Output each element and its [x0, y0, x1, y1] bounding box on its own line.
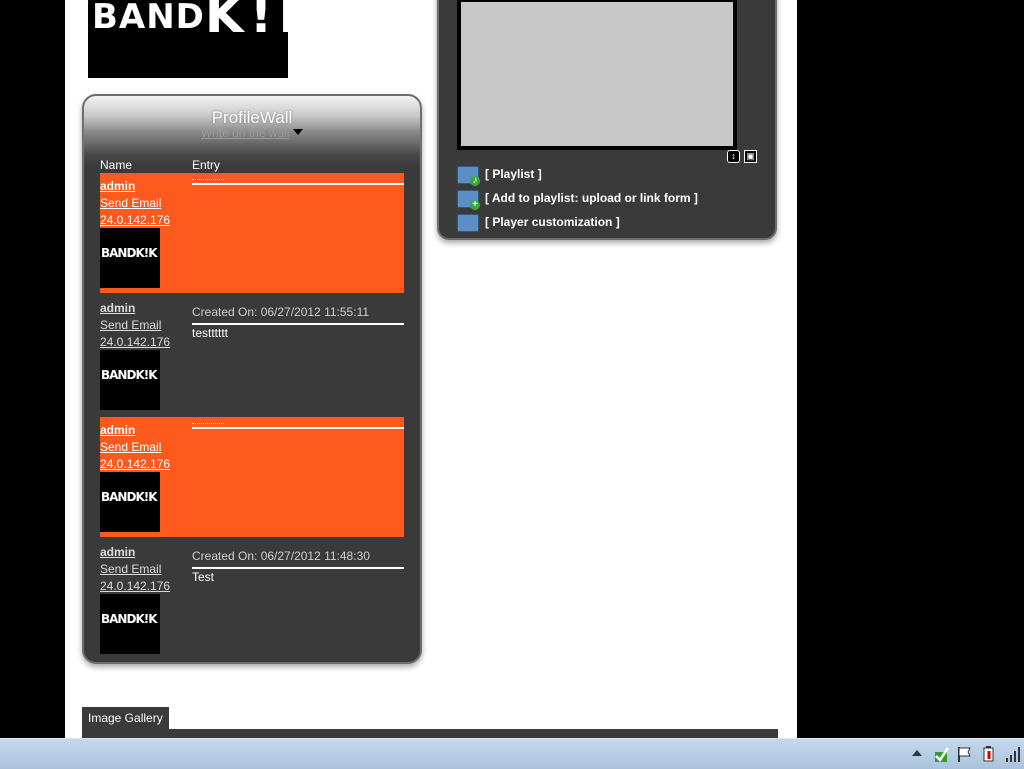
action-center-flag-icon[interactable] [956, 745, 974, 763]
send-email-link[interactable]: Send Email [100, 439, 184, 456]
author-avatar[interactable]: BANDK!K [100, 228, 160, 288]
entry-created-date: Created On: 06/27/2012 11:48:30 [192, 549, 370, 563]
logo-wordmark: BANDK!K [92, 0, 288, 44]
wall-entry: admin Send Email 24.0.142.176 BANDK!K Cr… [100, 295, 404, 415]
network-signal-icon[interactable] [1004, 745, 1022, 763]
wall-entry: admin Send Email 24.0.142.176 BANDK!K Cr… [100, 539, 404, 659]
entry-author-link[interactable]: admin [100, 544, 184, 561]
entry-ip-link[interactable]: 24.0.142.176 [100, 334, 184, 351]
entry-created-date: Created On: 06/27/2012 11:55:11 [192, 305, 370, 319]
entry-author-link[interactable]: admin [100, 178, 184, 195]
entry-ip-link[interactable]: 24.0.142.176 [100, 212, 184, 229]
send-email-link[interactable]: Send Email [100, 195, 184, 212]
media-player-panel: ↕ ▣ ♪ [ Playlist ] + [ Add to playlist: … [437, 0, 777, 240]
fullscreen-icon[interactable]: ↕ [727, 150, 740, 163]
player-screen[interactable] [457, 0, 737, 150]
send-email-link[interactable]: Send Email [100, 317, 184, 334]
entry-text: testttttt [192, 326, 229, 340]
entry-text: Test [192, 570, 215, 584]
playlist-link-label: [ Playlist ] [485, 167, 542, 181]
column-header-name: Name [100, 158, 133, 172]
entry-author-link[interactable]: admin [100, 422, 184, 439]
profile-wall-title: ProfileWall [211, 108, 293, 127]
image-gallery-bar [82, 729, 778, 738]
power-battery-icon[interactable] [980, 745, 998, 763]
entry-separator [192, 179, 224, 180]
add-to-playlist-label: [ Add to playlist: upload or link form ] [485, 191, 698, 205]
send-email-link[interactable]: Send Email [100, 561, 184, 578]
entry-author-link[interactable]: admin [100, 300, 184, 317]
author-avatar[interactable]: BANDK!K [100, 350, 160, 410]
entry-separator [192, 423, 224, 424]
entry-ip-link[interactable]: 24.0.142.176 [100, 578, 184, 595]
taskbar [0, 738, 1024, 769]
band-logo: BANDK!K [88, 0, 288, 78]
customize-folder-icon [457, 214, 479, 232]
wall-entry: admin Send Email 24.0.142.176 BANDK!K [100, 173, 404, 293]
image-gallery-tab[interactable]: Image Gallery [82, 707, 169, 729]
author-avatar[interactable]: BANDK!K [100, 472, 160, 532]
entry-divider [192, 183, 404, 185]
profile-wall-panel: ProfileWall Write on the wall Name Entry… [82, 94, 422, 664]
author-avatar[interactable]: BANDK!K [100, 594, 160, 654]
entry-divider [192, 427, 404, 429]
show-hidden-icons-arrow-icon[interactable] [912, 750, 922, 756]
write-on-wall-link[interactable]: Write on the wall [201, 126, 304, 140]
playlist-folder-icon: ♪ [457, 166, 480, 186]
entry-ip-link[interactable]: 24.0.142.176 [100, 456, 184, 473]
antivirus-icon[interactable] [932, 745, 950, 763]
caret-down-icon [293, 129, 304, 135]
column-header-entry: Entry [192, 158, 221, 172]
player-customization-label: [ Player customization ] [485, 215, 620, 229]
wall-entry: admin Send Email 24.0.142.176 BANDK!K [100, 417, 404, 537]
add-folder-icon: + [457, 190, 480, 210]
popout-icon[interactable]: ▣ [744, 150, 757, 163]
